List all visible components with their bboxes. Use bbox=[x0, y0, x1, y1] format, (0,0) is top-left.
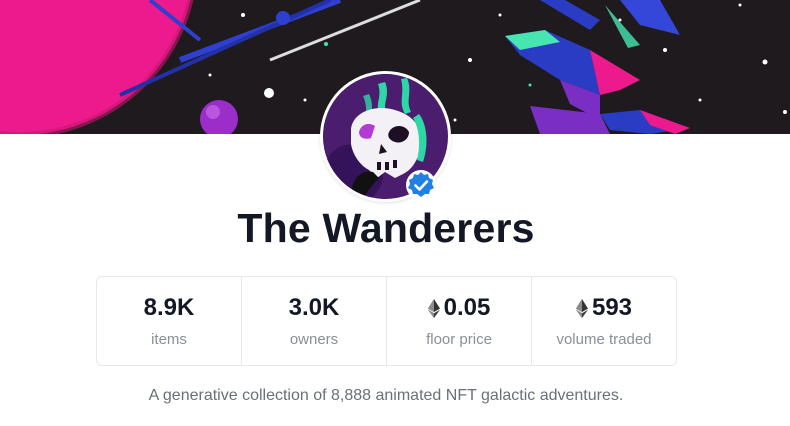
stat-floor-price-value: 0.05 bbox=[443, 294, 491, 321]
stat-items[interactable]: 8.9K items bbox=[97, 277, 242, 365]
stat-owners-value: 3.0K bbox=[288, 294, 340, 321]
stat-value: 3.0K bbox=[289, 294, 340, 322]
stat-value: 8.9K bbox=[144, 294, 195, 322]
verified-badge-icon bbox=[406, 170, 436, 200]
stat-value: 0.05 bbox=[427, 294, 491, 322]
ethereum-icon bbox=[575, 298, 588, 318]
stat-label: items bbox=[151, 331, 187, 348]
ethereum-icon bbox=[427, 298, 440, 318]
stat-floor-price[interactable]: 0.05 floor price bbox=[387, 277, 532, 365]
collection-description: A generative collection of 8,888 animate… bbox=[148, 387, 624, 404]
stat-label: owners bbox=[289, 331, 339, 348]
stat-owners[interactable]: 3.0K owners bbox=[242, 277, 387, 365]
stat-volume-traded[interactable]: 593 volume traded bbox=[532, 277, 676, 365]
collection-title: The Wanderers bbox=[237, 205, 535, 251]
stat-label: floor price bbox=[426, 331, 492, 348]
stat-volume-traded-value: 593 bbox=[591, 294, 633, 321]
stat-items-value: 8.9K bbox=[143, 294, 195, 321]
stat-value: 593 bbox=[575, 294, 633, 322]
stat-label: volume traded bbox=[556, 331, 652, 348]
collection-stats: 8.9K items 3.0K owners 0.05 floor price bbox=[96, 276, 677, 366]
